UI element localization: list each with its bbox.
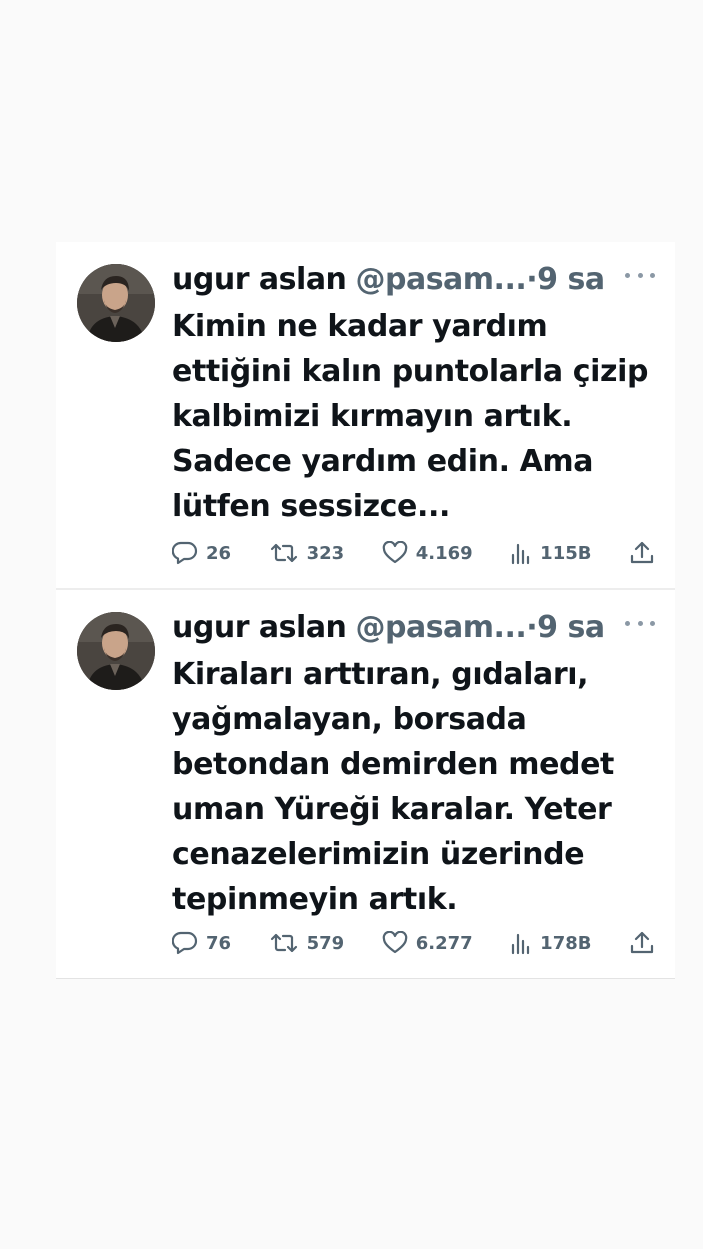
tweet-text: Kiraları arttıran, gıdaları, yağmalayan,…	[172, 652, 642, 922]
reply-count: 26	[206, 542, 232, 564]
tweet-header: ugur aslan @pasam...·9 sa	[172, 258, 605, 302]
tweet-text-line: lütfen sessizce...	[172, 489, 450, 524]
reply-count: 76	[206, 932, 232, 954]
separator-dot: ·	[526, 262, 538, 297]
retweet-button[interactable]: 323	[269, 541, 345, 565]
timestamp[interactable]: 9 sa	[537, 262, 605, 297]
tweet-actions: 26 323 4.169 115B	[172, 536, 655, 570]
like-count: 6.277	[415, 932, 473, 954]
reply-icon	[172, 931, 198, 955]
views-button[interactable]: 178B	[510, 931, 591, 955]
share-icon	[630, 931, 654, 954]
share-icon	[630, 541, 654, 564]
tweet-text-line: yağmalayan, borsada	[172, 702, 527, 737]
tweet-text-line: Kimin ne kadar yardım	[172, 309, 548, 344]
separator-dot: ·	[526, 610, 538, 645]
retweet-icon	[270, 933, 297, 953]
tweet-text-line: tepinmeyin artık.	[172, 882, 458, 917]
tweet-text-line: Kiraları arttıran, gıdaları,	[172, 657, 589, 692]
author-handle[interactable]: @pasam...	[355, 610, 526, 645]
tweet-text-line: betondan demirden medet	[172, 747, 615, 782]
share-button[interactable]	[629, 930, 655, 956]
more-icon[interactable]	[625, 260, 655, 290]
view-count: 178B	[540, 932, 592, 954]
reply-button[interactable]: 26	[172, 541, 231, 565]
author-handle[interactable]: @pasam...	[355, 262, 526, 297]
like-button[interactable]: 4.169	[382, 541, 473, 565]
avatar[interactable]	[77, 612, 155, 690]
tweet-text-line: Sadece yardım edin. Ama	[172, 444, 594, 479]
like-button[interactable]: 6.277	[382, 931, 473, 955]
tweet-text-line: ettiğini kalın puntolarla çizip	[172, 354, 649, 389]
author-name[interactable]: ugur aslan	[172, 262, 347, 297]
timestamp[interactable]: 9 sa	[537, 610, 605, 645]
reply-button[interactable]: 76	[172, 931, 231, 955]
tweet-card[interactable]: ugur aslan @pasam...·9 sa Kimin ne kadar…	[56, 242, 675, 588]
share-button[interactable]	[629, 540, 655, 566]
avatar[interactable]	[77, 264, 155, 342]
retweet-button[interactable]: 579	[269, 931, 345, 955]
author-name[interactable]: ugur aslan	[172, 610, 347, 645]
tweet-text-line: kalbimizi kırmayın artık.	[172, 399, 573, 434]
views-icon	[512, 543, 530, 565]
views-icon	[512, 933, 530, 955]
tweet-text-line: cenazelerimizin üzerinde	[172, 837, 585, 872]
tweet-text-line: uman Yüreği karalar. Yeter	[172, 792, 612, 827]
retweet-count: 579	[306, 932, 345, 954]
view-count: 115B	[540, 542, 592, 564]
retweet-icon	[270, 543, 297, 563]
retweet-count: 323	[306, 542, 345, 564]
heart-icon	[382, 541, 407, 564]
more-icon[interactable]	[625, 608, 655, 638]
tweet-text: Kimin ne kadar yardım ettiğini kalın pun…	[172, 304, 649, 529]
tweet-card[interactable]: ugur aslan @pasam...·9 sa Kiraları arttı…	[56, 590, 675, 979]
tweet-header: ugur aslan @pasam...·9 sa	[172, 606, 605, 650]
tweet-actions: 76 579 6.277 178B	[172, 926, 655, 960]
heart-icon	[382, 931, 407, 954]
like-count: 4.169	[415, 542, 473, 564]
views-button[interactable]: 115B	[510, 541, 591, 565]
reply-icon	[172, 541, 198, 565]
